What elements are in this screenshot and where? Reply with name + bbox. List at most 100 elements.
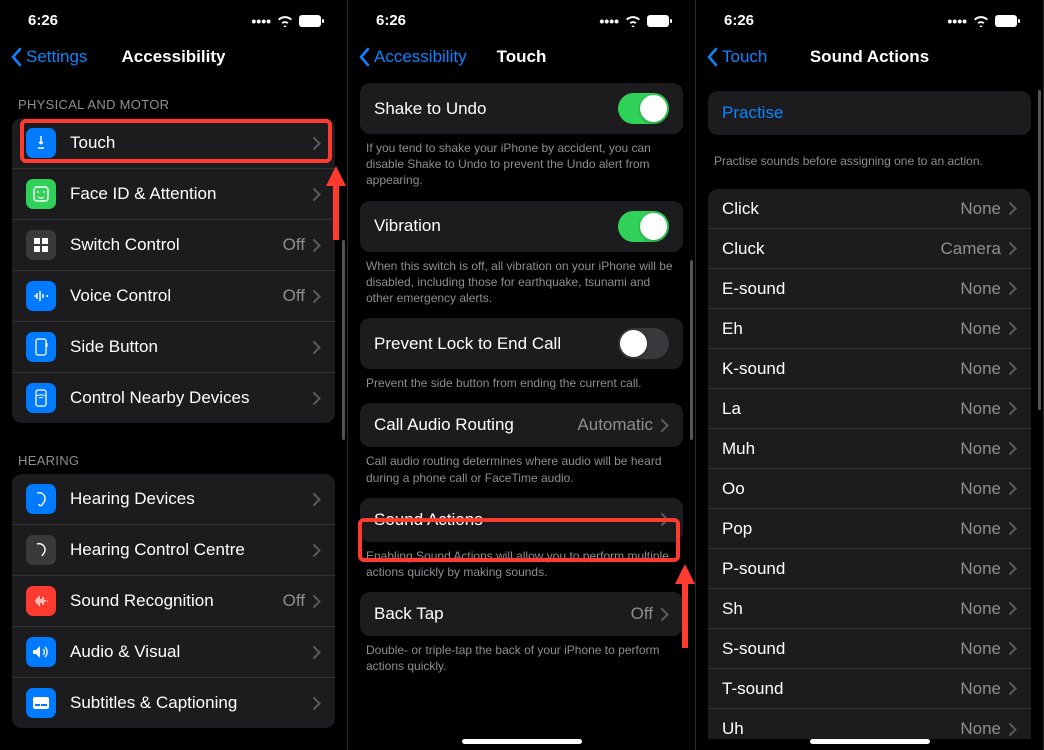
settings-row[interactable]: Hearing Control Centre <box>12 525 335 576</box>
row-detail: Off <box>283 286 305 306</box>
back-button[interactable]: Settings <box>10 47 87 67</box>
toggle-switch[interactable] <box>618 211 669 242</box>
row-label: Audio & Visual <box>70 642 313 662</box>
scroll-thumb[interactable] <box>1038 90 1041 410</box>
hearing-devices-icon <box>26 484 56 514</box>
status-time: 6:26 <box>724 12 754 29</box>
row-label: Call Audio Routing <box>374 415 577 435</box>
sound-row[interactable]: E-soundNone <box>708 269 1031 309</box>
sound-label: La <box>722 399 960 419</box>
row-footer: Enabling Sound Actions will allow you to… <box>348 542 695 592</box>
sound-row[interactable]: CluckCamera <box>708 229 1031 269</box>
sound-row[interactable]: UhNone <box>708 709 1031 739</box>
sound-detail: None <box>960 599 1001 619</box>
battery-icon <box>995 15 1021 27</box>
accessibility-pane: 6:26 •••• Settings Accessibility PHYSICA… <box>0 0 348 750</box>
settings-row[interactable]: Voice ControlOff <box>12 271 335 322</box>
toggle-switch[interactable] <box>618 93 669 124</box>
scroll-thumb[interactable] <box>342 240 345 440</box>
settings-row[interactable]: Control Nearby Devices <box>12 373 335 423</box>
subtitles-icon <box>26 688 56 718</box>
settings-row[interactable]: Sound Actions <box>360 498 683 542</box>
settings-row[interactable]: Shake to Undo <box>360 83 683 134</box>
chevron-right-icon <box>313 137 321 150</box>
wifi-icon <box>973 15 989 27</box>
sound-row[interactable]: P-soundNone <box>708 549 1031 589</box>
chevron-right-icon <box>313 341 321 354</box>
toggle-switch[interactable] <box>618 328 669 359</box>
row-label: Switch Control <box>70 235 283 255</box>
scroll-track <box>690 90 693 730</box>
home-indicator[interactable] <box>810 739 930 744</box>
sound-row[interactable]: K-soundNone <box>708 349 1031 389</box>
sound-row[interactable]: EhNone <box>708 309 1031 349</box>
cell-dots-icon: •••• <box>251 13 271 29</box>
back-label: Accessibility <box>374 47 467 67</box>
sound-row[interactable]: LaNone <box>708 389 1031 429</box>
scroll-track <box>1038 90 1041 730</box>
chevron-right-icon <box>313 290 321 303</box>
chevron-right-icon <box>1009 723 1017 736</box>
row-detail: Automatic <box>577 415 653 435</box>
back-label: Touch <box>722 47 767 67</box>
home-indicator[interactable] <box>462 739 582 744</box>
chevron-right-icon <box>661 419 669 432</box>
settings-row[interactable]: Hearing Devices <box>12 474 335 525</box>
status-bar: 6:26 •••• <box>0 0 347 35</box>
settings-row[interactable]: Call Audio RoutingAutomatic <box>360 403 683 447</box>
sound-label: Oo <box>722 479 960 499</box>
row-footer: Call audio routing determines where audi… <box>348 447 695 497</box>
voice-control-icon <box>26 281 56 311</box>
chevron-right-icon <box>1009 362 1017 375</box>
sound-recognition-icon <box>26 586 56 616</box>
settings-row[interactable]: Sound RecognitionOff <box>12 576 335 627</box>
settings-row[interactable]: Face ID & Attention <box>12 169 335 220</box>
settings-row[interactable]: Vibration <box>360 201 683 252</box>
chevron-right-icon <box>1009 202 1017 215</box>
sound-detail: Camera <box>941 239 1001 259</box>
chevron-right-icon <box>1009 322 1017 335</box>
row-detail: Off <box>283 235 305 255</box>
sound-row[interactable]: S-soundNone <box>708 629 1031 669</box>
section-header-physical: PHYSICAL AND MOTOR <box>0 79 347 118</box>
row-label: Voice Control <box>70 286 283 306</box>
row-label: Shake to Undo <box>374 99 618 119</box>
sound-detail: None <box>960 519 1001 539</box>
sound-detail: None <box>960 559 1001 579</box>
row-label: Touch <box>70 133 313 153</box>
sound-row[interactable]: MuhNone <box>708 429 1031 469</box>
switch-control-icon <box>26 230 56 260</box>
back-button[interactable]: Touch <box>706 47 767 67</box>
sound-row[interactable]: ClickNone <box>708 189 1031 229</box>
sound-row[interactable]: T-soundNone <box>708 669 1031 709</box>
sound-detail: None <box>960 479 1001 499</box>
nearby-devices-icon <box>26 383 56 413</box>
audio-visual-icon <box>26 637 56 667</box>
sound-row[interactable]: PopNone <box>708 509 1031 549</box>
sound-row[interactable]: OoNone <box>708 469 1031 509</box>
settings-row[interactable]: Touch <box>12 118 335 169</box>
sound-detail: None <box>960 439 1001 459</box>
row-label: Hearing Devices <box>70 489 313 509</box>
chevron-right-icon <box>313 188 321 201</box>
settings-row[interactable]: Back TapOff <box>360 592 683 636</box>
scroll-thumb[interactable] <box>690 260 693 440</box>
settings-row[interactable]: Audio & Visual <box>12 627 335 678</box>
settings-row[interactable]: Side Button <box>12 322 335 373</box>
back-button[interactable]: Accessibility <box>358 47 467 67</box>
cell-dots-icon: •••• <box>947 13 967 29</box>
settings-row[interactable]: Subtitles & Captioning <box>12 678 335 728</box>
row-footer: Prevent the side button from ending the … <box>348 369 695 403</box>
chevron-right-icon <box>313 392 321 405</box>
settings-row[interactable]: Prevent Lock to End Call <box>360 318 683 369</box>
chevron-right-icon <box>313 239 321 252</box>
sound-detail: None <box>960 719 1001 739</box>
battery-icon <box>647 15 673 27</box>
practise-row[interactable]: Practise <box>708 91 1031 135</box>
sound-label: Cluck <box>722 239 941 259</box>
sound-row[interactable]: ShNone <box>708 589 1031 629</box>
status-bar: 6:26 •••• <box>348 0 695 35</box>
wifi-icon <box>625 15 641 27</box>
status-icons: •••• <box>599 13 673 29</box>
settings-row[interactable]: Switch ControlOff <box>12 220 335 271</box>
